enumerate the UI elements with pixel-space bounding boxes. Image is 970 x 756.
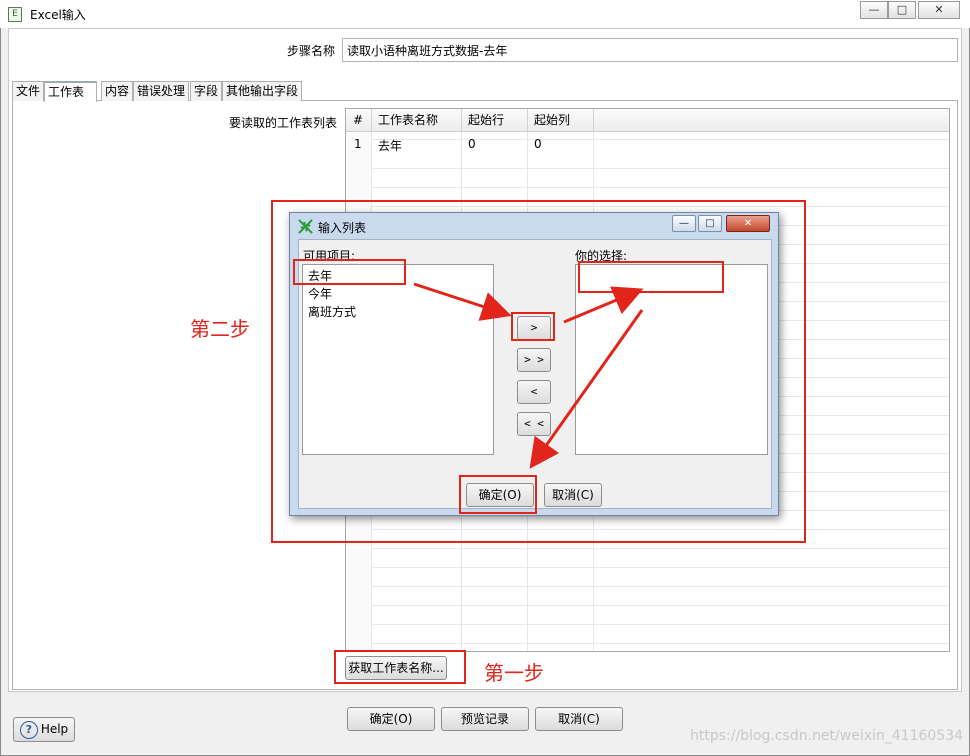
excel-input-icon: E: [8, 7, 22, 22]
annotation-box-selection: [578, 261, 724, 293]
table-header-filler: [594, 109, 949, 132]
tab-bar: 文件 工作表 内容 错误处理 字段 其他输出字段: [12, 81, 312, 102]
tab-file[interactable]: 文件: [12, 81, 45, 101]
maximize-button[interactable]: □: [888, 1, 916, 19]
help-icon: ?: [19, 720, 38, 739]
minimize-button[interactable]: —: [860, 1, 888, 19]
annotation-step-one: 第一步: [484, 661, 544, 685]
annotation-box-item: [293, 259, 406, 285]
watermark: https://blog.csdn.net/weixin_41160534: [690, 728, 964, 744]
preview-button[interactable]: 预览记录: [441, 707, 529, 731]
table-header-index[interactable]: #: [346, 109, 372, 132]
table-header-start-col[interactable]: 起始列: [528, 109, 594, 132]
annotation-box-get-sheets: [334, 650, 466, 684]
table-cell-index[interactable]: 1: [354, 137, 362, 151]
annotation-step-two: 第二步: [190, 317, 250, 341]
step-name-input[interactable]: 读取小语种离班方式数据-去年: [342, 38, 958, 62]
annotation-box-dialog: [271, 200, 806, 543]
step-name-label: 步骤名称: [287, 44, 336, 58]
cancel-button[interactable]: 取消(C): [535, 707, 623, 731]
close-button[interactable]: ✕: [918, 1, 960, 19]
table-header-sheet-name[interactable]: 工作表名称: [372, 109, 462, 132]
tab-extra-output-fields[interactable]: 其他输出字段: [222, 81, 303, 101]
tab-error-handling[interactable]: 错误处理: [133, 81, 190, 101]
window-title: Excel输入: [30, 8, 86, 22]
tab-sheets[interactable]: 工作表: [44, 81, 98, 102]
help-button[interactable]: ? Help: [13, 717, 75, 742]
tab-content[interactable]: 内容: [101, 81, 134, 101]
annotation-box-add-button: [511, 312, 555, 341]
table-header-start-row[interactable]: 起始行: [462, 109, 528, 132]
table-cell-start-row[interactable]: 0: [468, 137, 476, 151]
ok-button[interactable]: 确定(O): [347, 707, 435, 731]
title-bar: [0, 0, 970, 28]
table-cell-start-col[interactable]: 0: [534, 137, 542, 151]
help-label: Help: [40, 722, 69, 736]
annotation-box-ok: [459, 475, 537, 514]
table-cell-sheet-name[interactable]: 去年: [378, 137, 402, 154]
sheet-list-label: 要读取的工作表列表: [229, 116, 338, 130]
tab-fields[interactable]: 字段: [190, 81, 223, 101]
